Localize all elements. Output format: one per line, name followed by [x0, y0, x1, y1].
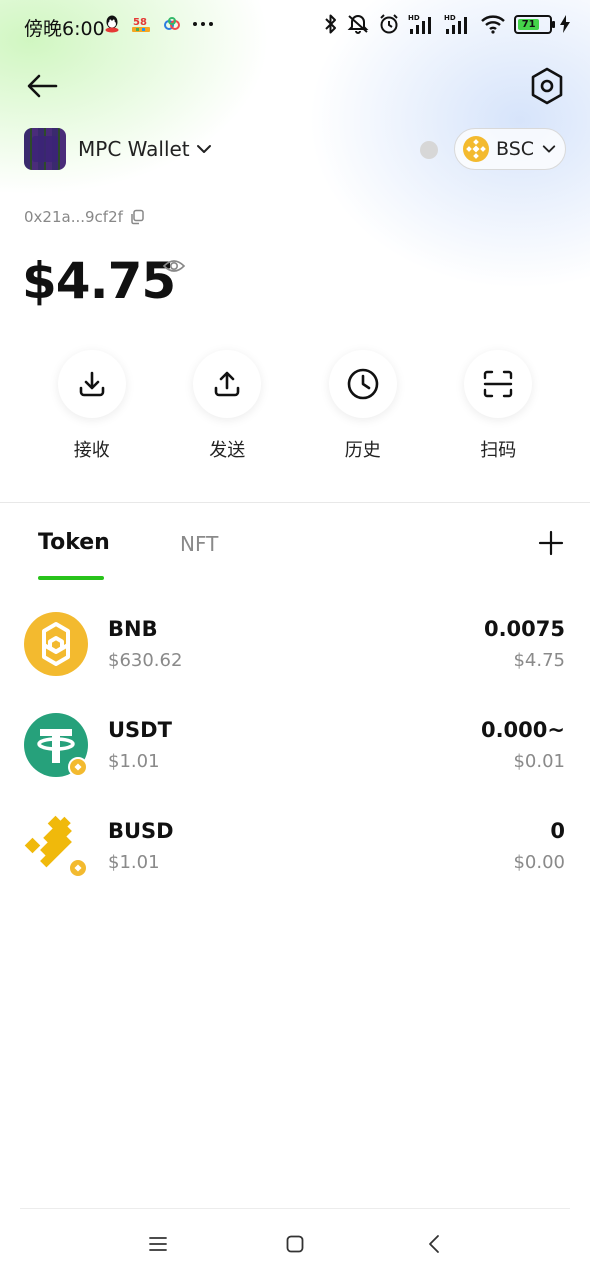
status-left-icons: 58 [104, 14, 214, 34]
tab-token[interactable]: Token [38, 530, 110, 555]
nav-back-icon[interactable] [425, 1234, 445, 1254]
token-row-busd[interactable]: BUSD $1.01 0 $0.00 [0, 810, 590, 911]
qq-icon [105, 15, 119, 33]
total-balance: $4.75 [22, 252, 176, 310]
token-amount: 0.0075 [483, 617, 565, 641]
token-price: $1.01 [108, 751, 160, 772]
token-symbol: BNB [108, 617, 158, 641]
signal-hd-icon: HD [408, 14, 431, 34]
history-button[interactable]: 历史 [295, 350, 431, 462]
token-value: $4.75 [513, 650, 565, 671]
scan-button[interactable]: 扫码 [431, 350, 567, 462]
tab-nft[interactable]: NFT [180, 532, 218, 556]
bsc-badge-icon [68, 858, 88, 878]
token-price: $1.01 [108, 852, 160, 873]
chevron-down-icon [196, 145, 211, 153]
network-selector[interactable]: BSC [454, 128, 566, 170]
chevron-down-icon [542, 145, 556, 153]
token-value: $0.00 [513, 852, 565, 873]
58-app-icon: 58 [132, 17, 150, 32]
token-symbol: USDT [108, 718, 172, 742]
wallet-name: MPC Wallet [78, 137, 190, 161]
token-value: $0.01 [513, 751, 565, 772]
token-amount: 0.000~ [480, 718, 565, 742]
connection-status-dot [420, 141, 438, 159]
copy-icon[interactable] [129, 209, 145, 225]
svg-text:HD: HD [408, 14, 420, 22]
status-right-icons: HD HD 71 [324, 13, 570, 35]
alarm-icon [380, 14, 398, 34]
scan-circle [464, 350, 533, 418]
eye-icon[interactable] [162, 256, 186, 276]
history-label: 历史 [344, 440, 381, 461]
bnb-chain-icon [463, 136, 489, 162]
scan-icon [484, 370, 513, 398]
bsc-badge-icon [68, 757, 88, 777]
status-bar: 傍晚6:00 58 HD HD 71 [0, 0, 590, 54]
charging-icon [560, 15, 570, 33]
receive-icon [79, 371, 105, 397]
bluetooth-icon [325, 14, 336, 34]
scan-label: 扫码 [480, 440, 517, 461]
nav-divider [20, 1208, 570, 1209]
token-amount: 0 [550, 819, 565, 843]
wallet-address-row: 0x21a...9cf2f [24, 208, 145, 226]
battery-icon: 71 [514, 14, 555, 34]
back-arrow-icon[interactable] [24, 70, 60, 102]
section-divider [0, 502, 590, 503]
history-circle [328, 350, 397, 418]
token-list: BNB $630.62 0.0075 $4.75 USDT $1.01 0.00… [0, 608, 590, 911]
wallet-selector[interactable]: MPC Wallet [24, 128, 212, 170]
add-token-icon[interactable] [538, 530, 564, 556]
status-time: 傍晚6:00 [24, 18, 105, 40]
battery-level: 71 [518, 18, 540, 30]
receive-button[interactable]: 接收 [24, 350, 160, 462]
more-dots-icon [193, 22, 213, 26]
quick-actions: 接收 发送 历史 扫码 [24, 350, 566, 462]
token-row-usdt[interactable]: USDT $1.01 0.000~ $0.01 [0, 709, 590, 810]
receive-circle [57, 350, 126, 418]
bnb-icon [24, 612, 88, 676]
menu-icon[interactable] [148, 1234, 168, 1254]
token-row-bnb[interactable]: BNB $630.62 0.0075 $4.75 [0, 608, 590, 709]
wallet-address: 0x21a...9cf2f [24, 208, 123, 226]
home-icon[interactable] [285, 1234, 305, 1254]
mute-icon [347, 15, 369, 34]
wallet-avatar [24, 128, 66, 170]
wifi-icon [481, 15, 505, 34]
cloud-app-icon [164, 17, 180, 30]
svg-text:HD: HD [444, 14, 456, 22]
signal-hd-icon-2: HD [444, 14, 467, 34]
token-symbol: BUSD [108, 819, 174, 843]
send-label: 发送 [209, 440, 246, 461]
history-icon [347, 368, 379, 400]
receive-label: 接收 [73, 440, 110, 461]
svg-text:58: 58 [133, 17, 147, 28]
settings-hexagon-icon[interactable] [528, 66, 566, 106]
token-price: $630.62 [108, 650, 183, 671]
active-tab-indicator [38, 576, 104, 580]
network-label: BSC [496, 138, 535, 160]
send-circle [193, 350, 262, 418]
send-button[interactable]: 发送 [160, 350, 296, 462]
send-icon [214, 371, 240, 397]
